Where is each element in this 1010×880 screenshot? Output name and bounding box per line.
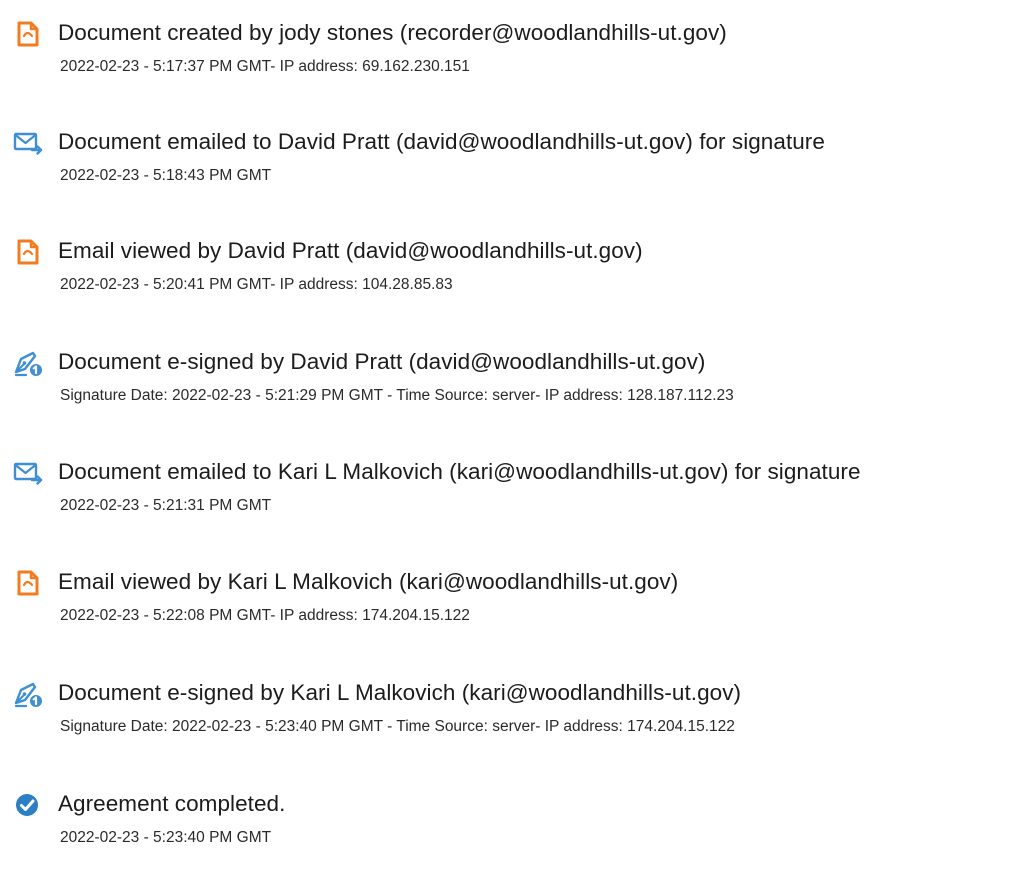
- event-detail: Signature Date: 2022-02-23 - 5:21:29 PM …: [60, 387, 734, 404]
- event-title: Document emailed to David Pratt (david@w…: [58, 129, 825, 154]
- event-detail: 2022-02-23 - 5:22:08 PM GMT- IP address:…: [60, 607, 470, 624]
- history-event: Document created by jody stones (recorde…: [0, 10, 1010, 90]
- event-title: Document created by jody stones (recorde…: [58, 20, 727, 45]
- history-event: Document emailed to David Pratt (david@w…: [0, 119, 1010, 199]
- esign-pen-icon: [12, 347, 44, 379]
- email-sent-icon: [12, 127, 44, 159]
- audit-history-log: Document created by jody stones (recorde…: [0, 0, 1010, 880]
- document-icon: [12, 567, 44, 599]
- esign-pen-icon: [12, 678, 44, 710]
- event-title: Document e-signed by Kari L Malkovich (k…: [58, 680, 742, 705]
- event-title: Agreement completed.: [58, 791, 286, 816]
- history-event: Document e-signed by Kari L Malkovich (k…: [0, 670, 1010, 750]
- document-icon: [12, 236, 44, 268]
- history-event: Email viewed by Kari L Malkovich (kari@w…: [0, 559, 1010, 639]
- event-detail: 2022-02-23 - 5:21:31 PM GMT: [60, 497, 272, 514]
- event-title: Email viewed by David Pratt (david@woodl…: [58, 238, 643, 263]
- event-detail: Signature Date: 2022-02-23 - 5:23:40 PM …: [60, 718, 735, 735]
- event-title: Email viewed by Kari L Malkovich (kari@w…: [58, 569, 679, 594]
- check-circle-icon: [12, 789, 44, 821]
- event-detail: 2022-02-23 - 5:17:37 PM GMT- IP address:…: [60, 58, 470, 75]
- email-sent-icon: [12, 457, 44, 489]
- history-event: Document e-signed by David Pratt (david@…: [0, 339, 1010, 419]
- history-event: Document emailed to Kari L Malkovich (ka…: [0, 449, 1010, 529]
- event-title: Document e-signed by David Pratt (david@…: [58, 349, 706, 374]
- event-detail: 2022-02-23 - 5:20:41 PM GMT- IP address:…: [60, 276, 453, 293]
- history-event: Email viewed by David Pratt (david@woodl…: [0, 228, 1010, 308]
- document-icon: [12, 18, 44, 50]
- event-detail: 2022-02-23 - 5:18:43 PM GMT: [60, 167, 272, 184]
- event-title: Document emailed to Kari L Malkovich (ka…: [58, 459, 861, 484]
- history-event: Agreement completed. 2022-02-23 - 5:23:4…: [0, 781, 1010, 861]
- event-detail: 2022-02-23 - 5:23:40 PM GMT: [60, 829, 272, 846]
